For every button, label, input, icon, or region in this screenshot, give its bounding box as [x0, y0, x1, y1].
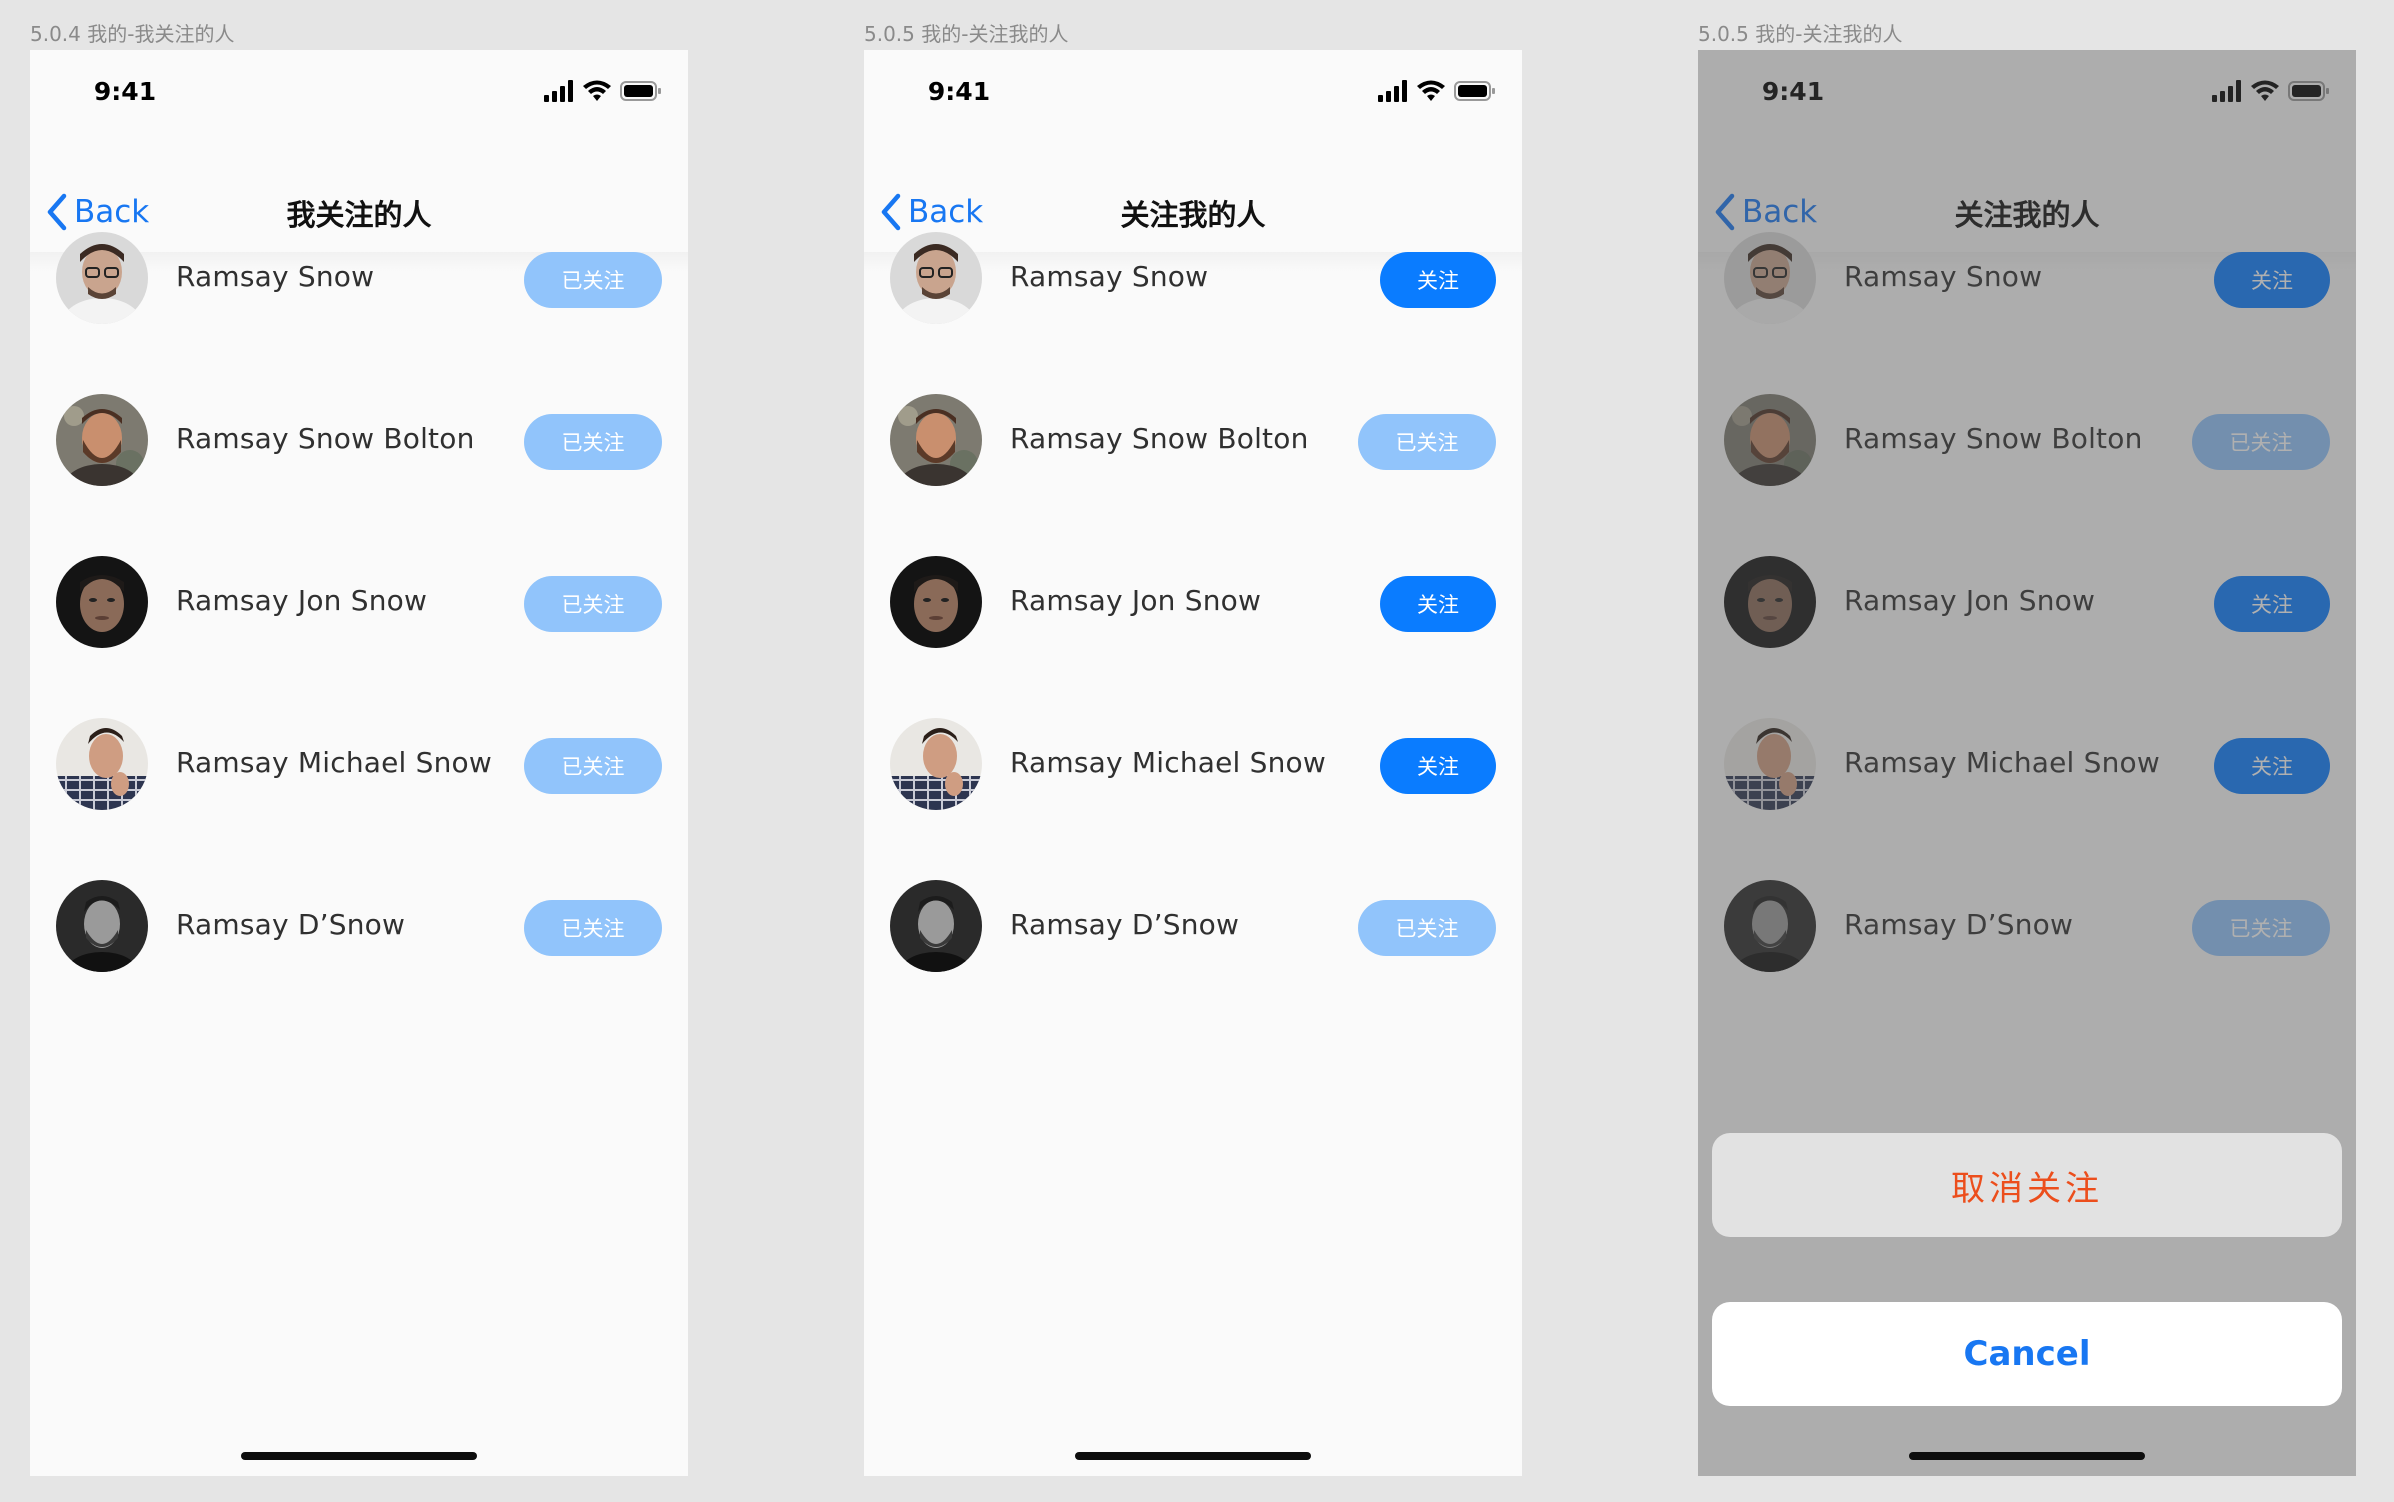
wifi-icon	[583, 80, 611, 101]
avatar[interactable]	[56, 394, 148, 486]
followed-button[interactable]: 已关注	[524, 252, 662, 308]
avatar[interactable]	[890, 232, 982, 324]
page-title: 关注我的人	[1120, 198, 1266, 232]
avatar[interactable]	[890, 718, 982, 810]
followed-button[interactable]: 已关注	[524, 738, 662, 794]
user-name: Ramsay Michael Snow	[176, 746, 492, 779]
user-name: Ramsay Snow Bolton	[176, 422, 475, 455]
avatar[interactable]	[56, 232, 148, 324]
followed-button[interactable]: 已关注	[1358, 900, 1496, 956]
avatar[interactable]	[56, 718, 148, 810]
status-icons	[544, 80, 664, 110]
list-item[interactable]: Ramsay Snow Bolton 已关注	[864, 394, 1522, 556]
avatar[interactable]	[890, 394, 982, 486]
list-item[interactable]: Ramsay Snow 关注	[864, 232, 1522, 394]
follow-button[interactable]: 关注	[1380, 252, 1496, 308]
avatar[interactable]	[890, 556, 982, 648]
list-item[interactable]: Ramsay Michael Snow 已关注	[30, 718, 688, 880]
followed-button[interactable]: 已关注	[524, 576, 662, 632]
home-indicator	[241, 1452, 477, 1460]
user-name: Ramsay D’Snow	[176, 908, 406, 941]
list-item[interactable]: Ramsay Snow 已关注	[30, 232, 688, 394]
follow-button[interactable]: 关注	[1380, 576, 1496, 632]
avatar[interactable]	[56, 556, 148, 648]
home-indicator	[1909, 1452, 2145, 1460]
user-name: Ramsay Snow	[176, 260, 375, 293]
user-name: Ramsay Michael Snow	[1010, 746, 1326, 779]
user-list: Ramsay Snow 关注 Ramsay Snow Bolton 已关注 Ra…	[864, 232, 1522, 1042]
user-name: Ramsay D’Snow	[1010, 908, 1240, 941]
user-name: Ramsay Jon Snow	[1010, 584, 1262, 617]
frame-caption: 5.0.4 我的-我关注的人	[30, 22, 235, 46]
status-time: 9:41	[93, 77, 157, 106]
status-time: 9:41	[927, 77, 991, 106]
list-item[interactable]: Ramsay D’Snow 已关注	[864, 880, 1522, 1042]
phone-screen-followers-action-sheet: 9:41 Back 关注我的人 Ramsay Snow 关注 Ramsay Sn…	[1698, 50, 2356, 1476]
frame-caption: 5.0.5 我的-关注我的人	[864, 22, 1069, 46]
battery-icon	[620, 81, 661, 101]
dim-overlay[interactable]	[1698, 50, 2356, 1476]
phone-screen-followers: 9:41 Back 关注我的人 Ramsay Snow 关注 Ramsay Sn…	[864, 50, 1522, 1476]
list-item[interactable]: Ramsay Jon Snow 已关注	[30, 556, 688, 718]
followed-button[interactable]: 已关注	[524, 900, 662, 956]
avatar[interactable]	[56, 880, 148, 972]
list-item[interactable]: Ramsay Michael Snow 关注	[864, 718, 1522, 880]
wifi-icon	[1417, 80, 1445, 101]
status-bar: 9:41	[30, 50, 688, 140]
page-title: 我关注的人	[286, 198, 432, 232]
status-bar: 9:41	[864, 50, 1522, 140]
phone-screen-following: 9:41 Back 我关注的人 Ramsay Snow 已关注 Ramsay S…	[30, 50, 688, 1476]
followed-button[interactable]: 已关注	[524, 414, 662, 470]
user-name: Ramsay Jon Snow	[176, 584, 428, 617]
status-icons	[1378, 80, 1498, 110]
cellular-signal-icon	[544, 80, 573, 102]
frame-caption: 5.0.5 我的-关注我的人	[1698, 22, 1903, 46]
user-name: Ramsay Snow	[1010, 260, 1209, 293]
user-name: Ramsay Snow Bolton	[1010, 422, 1309, 455]
home-indicator	[1075, 1452, 1311, 1460]
cancel-button[interactable]: Cancel	[1712, 1302, 2342, 1406]
unfollow-button[interactable]: 取消关注	[1712, 1133, 2342, 1237]
avatar[interactable]	[890, 880, 982, 972]
user-list: Ramsay Snow 已关注 Ramsay Snow Bolton 已关注 R…	[30, 232, 688, 1042]
follow-button[interactable]: 关注	[1380, 738, 1496, 794]
followed-button[interactable]: 已关注	[1358, 414, 1496, 470]
cellular-signal-icon	[1378, 80, 1407, 102]
list-item[interactable]: Ramsay Snow Bolton 已关注	[30, 394, 688, 556]
list-item[interactable]: Ramsay D’Snow 已关注	[30, 880, 688, 1042]
battery-icon	[1454, 81, 1495, 101]
list-item[interactable]: Ramsay Jon Snow 关注	[864, 556, 1522, 718]
